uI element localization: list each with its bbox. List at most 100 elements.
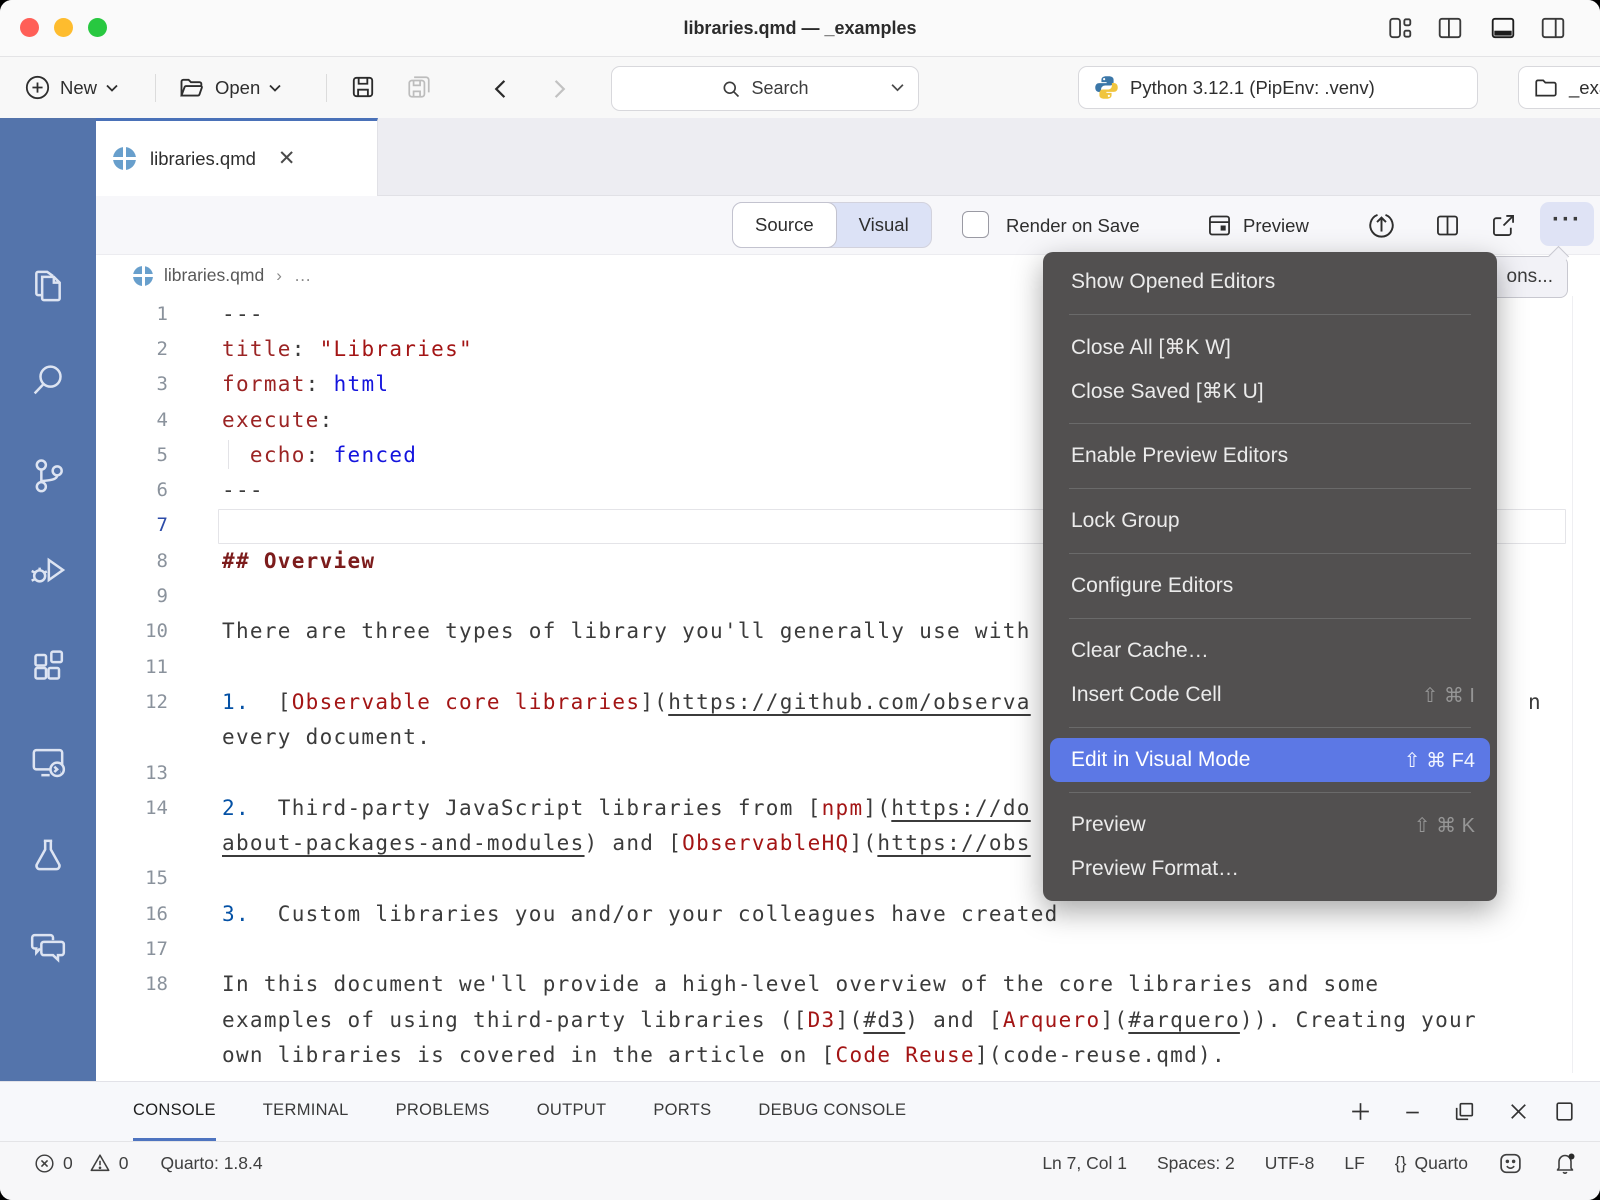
quarto-version-status[interactable]: Quarto: 1.8.4: [160, 1153, 262, 1174]
indentation-status[interactable]: Spaces: 2: [1157, 1153, 1235, 1174]
workspace-button[interactable]: _examples: [1518, 66, 1600, 109]
code-text: There are three types of library you'll …: [168, 619, 1031, 643]
panel-tab-problems[interactable]: PROBLEMS: [396, 1082, 490, 1141]
testing-icon[interactable]: [28, 835, 68, 875]
new-button[interactable]: New: [24, 57, 118, 118]
menu-item-label: Clear Cache…: [1071, 639, 1209, 663]
code-text: echo: fenced: [168, 443, 417, 467]
menu-item-label: Close All [⌘K W]: [1071, 335, 1231, 360]
save-icon[interactable]: [350, 74, 376, 100]
menu-item-lock-group[interactable]: Lock Group: [1043, 499, 1497, 543]
problems-status[interactable]: 0 0: [34, 1152, 128, 1174]
menu-item-edit-in-visual-mode[interactable]: Edit in Visual Mode⇧ ⌘ F4: [1050, 738, 1490, 782]
encoding-status[interactable]: UTF-8: [1265, 1153, 1315, 1174]
code-text: format: html: [168, 372, 389, 396]
open-folder-icon: [178, 74, 206, 102]
menu-divider: [1069, 792, 1471, 793]
line-number: 15: [96, 867, 168, 889]
code-line[interactable]: 163. Custom libraries you and/or your co…: [96, 896, 1600, 931]
menu-item-preview-format[interactable]: Preview Format…: [1043, 847, 1497, 891]
search-sidebar-icon[interactable]: [28, 360, 68, 400]
interpreter-label: Python 3.12.1 (PipEnv: .venv): [1130, 77, 1375, 99]
eol-status[interactable]: LF: [1344, 1153, 1364, 1174]
render-icon[interactable]: [1367, 211, 1396, 240]
open-label: Open: [215, 77, 260, 99]
status-bar: 0 0 Quarto: 1.8.4 Ln 7, Col 1 Spaces: 2 …: [0, 1141, 1600, 1200]
notifications-bell-icon[interactable]: [1553, 1151, 1577, 1175]
toggle-primary-sidebar-icon[interactable]: [1437, 15, 1463, 41]
code-text: about-packages-and-modules) and [Observa…: [168, 831, 1031, 855]
preview-label[interactable]: Preview: [1243, 196, 1309, 255]
chevron-down-icon[interactable]: [891, 83, 904, 92]
panel-restore-icon[interactable]: [1452, 1099, 1477, 1124]
render-on-save-checkbox[interactable]: [962, 211, 989, 238]
code-text: 3. Custom libraries you and/or your coll…: [168, 902, 1059, 926]
line-number: 2: [96, 338, 168, 360]
toggle-panel-icon[interactable]: [1490, 15, 1516, 41]
panel-tab-console[interactable]: CONSOLE: [133, 1082, 216, 1141]
menu-item-show-opened-editors[interactable]: Show Opened Editors: [1043, 260, 1497, 304]
source-mode-button[interactable]: Source: [732, 202, 837, 248]
panel-tab-ports[interactable]: PORTS: [653, 1082, 711, 1141]
panel-minimize-icon[interactable]: [1400, 1099, 1425, 1124]
feedback-smiley-icon[interactable]: [1498, 1151, 1523, 1176]
menu-item-insert-code-cell[interactable]: Insert Code Cell⇧ ⌘ I: [1043, 673, 1497, 717]
run-debug-icon[interactable]: [28, 550, 68, 590]
open-button[interactable]: Open: [178, 57, 281, 118]
panel-tab-debug-console[interactable]: DEBUG CONSOLE: [758, 1082, 906, 1141]
menu-item-configure-editors[interactable]: Configure Editors: [1043, 564, 1497, 608]
code-line[interactable]: 17: [96, 931, 1600, 966]
comments-icon[interactable]: [28, 926, 68, 966]
breadcrumb-symbol[interactable]: …: [294, 265, 312, 286]
menu-item-close-saved-k-u[interactable]: Close Saved [⌘K U]: [1043, 369, 1497, 413]
split-editor-icon[interactable]: [1434, 212, 1461, 239]
language-mode-status[interactable]: {} Quarto: [1395, 1153, 1468, 1174]
code-line[interactable]: own libraries is covered in the article …: [96, 1037, 1600, 1072]
save-all-icon[interactable]: [406, 74, 432, 100]
cursor-position-status[interactable]: Ln 7, Col 1: [1042, 1153, 1127, 1174]
code-line[interactable]: 18In this document we'll provide a high-…: [96, 967, 1600, 1002]
source-control-icon[interactable]: [28, 455, 68, 495]
panel-tab-output[interactable]: OUTPUT: [537, 1082, 607, 1141]
explorer-icon[interactable]: [28, 266, 68, 306]
language-mode-label: Quarto: [1415, 1153, 1469, 1174]
breadcrumb-file[interactable]: libraries.qmd: [164, 265, 264, 286]
tab-libraries-qmd[interactable]: libraries.qmd ✕: [96, 118, 378, 196]
editor-action-bar: Source Visual Render on Save Preview ···: [96, 196, 1600, 255]
warning-icon: [89, 1152, 111, 1174]
panel-maximize-icon[interactable]: [1552, 1099, 1577, 1124]
sessions-icon[interactable]: [28, 741, 68, 781]
back-icon[interactable]: [492, 79, 508, 99]
forward-icon[interactable]: [552, 79, 568, 99]
tab-close-icon[interactable]: ✕: [278, 148, 296, 169]
extensions-icon[interactable]: [28, 645, 68, 685]
breadcrumb-chevron-icon: ›: [276, 266, 282, 286]
more-actions-button[interactable]: ···: [1540, 202, 1594, 246]
chevron-down-icon: [106, 84, 118, 92]
open-in-new-window-icon[interactable]: [1490, 212, 1517, 239]
menu-item-clear-cache[interactable]: Clear Cache…: [1043, 629, 1497, 673]
code-text-after-menu: n: [1528, 690, 1541, 714]
code-text: every document.: [168, 725, 431, 749]
menu-item-preview[interactable]: Preview⇧ ⌘ K: [1043, 803, 1497, 847]
panel-tab-terminal[interactable]: TERMINAL: [263, 1082, 349, 1141]
quarto-file-icon: [113, 147, 136, 170]
menu-item-shortcut: ⇧ ⌘ F4: [1404, 748, 1475, 773]
code-line[interactable]: examples of using third-party libraries …: [96, 1002, 1600, 1037]
menu-divider: [1069, 553, 1471, 554]
panel-close-icon[interactable]: [1506, 1099, 1531, 1124]
toggle-secondary-sidebar-icon[interactable]: [1540, 15, 1566, 41]
menu-item-close-all-k-w[interactable]: Close All [⌘K W]: [1043, 325, 1497, 369]
visual-mode-button[interactable]: Visual: [837, 214, 931, 236]
panel-plus-icon[interactable]: [1348, 1099, 1373, 1124]
preview-icon[interactable]: [1206, 212, 1233, 239]
menu-item-label: Preview: [1071, 813, 1146, 837]
line-number: 8: [96, 550, 168, 572]
customize-layout-icon[interactable]: [1387, 15, 1413, 41]
line-number: 9: [96, 585, 168, 607]
menu-item-enable-preview-editors[interactable]: Enable Preview Editors: [1043, 434, 1497, 478]
source-visual-toggle: Source Visual: [732, 202, 932, 248]
search-input[interactable]: Search: [611, 66, 919, 111]
panel-tabs: CONSOLE TERMINAL PROBLEMS OUTPUT PORTS DEBUG …: [133, 1082, 906, 1141]
interpreter-selector[interactable]: Python 3.12.1 (PipEnv: .venv): [1078, 66, 1478, 109]
